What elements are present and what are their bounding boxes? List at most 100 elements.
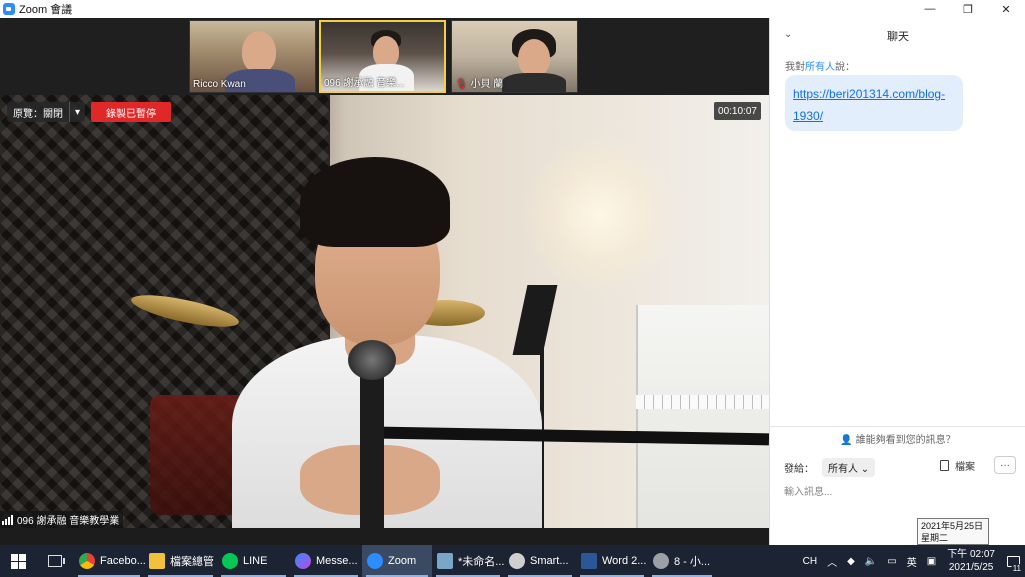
active-speaker-label: 096 謝承融 音樂教學業 — [0, 511, 124, 528]
messenger-icon — [295, 553, 311, 569]
taskbar-app-zoom[interactable]: Zoom — [362, 545, 432, 577]
person-hair — [300, 157, 450, 247]
date-tooltip: 2021年5月25日 星期二 — [917, 518, 989, 545]
folder-icon — [149, 553, 165, 569]
view-label: 原覽：關閉 — [13, 108, 63, 120]
send-to-value: 所有人 — [828, 464, 858, 475]
show-hidden-icons-chevron-icon[interactable]: ︿ — [822, 554, 842, 569]
file-icon — [940, 460, 949, 471]
task-view-button[interactable] — [36, 545, 74, 577]
piano-keys — [636, 395, 769, 409]
participant-tile-active[interactable]: 096 謝承融 音樂... — [319, 20, 446, 93]
taskbar-app-label: 8 - 小... — [674, 556, 711, 568]
participant-tile[interactable]: 🎙 小貝 蘭 — [451, 20, 578, 93]
video-area: Ricco Kwan 096 謝承融 音樂... 🎙 小貝 蘭 原覽：關閉 ▾ … — [0, 18, 769, 545]
system-tray: CH ︿ ◆ 🔈 ▭ 英 ▣ 下午 02:07 2021/5/25 11 — [798, 545, 1025, 577]
taskbar-app-label: Word 2... — [602, 555, 647, 567]
music-stand — [512, 285, 558, 355]
taskbar-app-chrome[interactable]: Facebo... — [74, 545, 146, 577]
meta-target: 所有人 — [805, 62, 835, 73]
recording-paused-button[interactable]: 錄製已暫停 — [91, 102, 171, 122]
tooltip-weekday: 星期二 — [921, 533, 949, 543]
app-icon — [653, 553, 669, 569]
taskbar-app-messenger[interactable]: Messe... — [290, 545, 362, 577]
taskbar-app-untitled[interactable]: *未命名... — [432, 545, 504, 577]
meta-prefix: 我對 — [785, 62, 805, 73]
participant-face — [518, 39, 550, 77]
who-can-see-link[interactable]: 👤 誰能夠看到您的訊息？ — [770, 431, 1025, 446]
taskbar-app-line[interactable]: LINE — [217, 545, 290, 577]
taskbar-app-label: *未命名... — [458, 556, 505, 568]
chat-title: 聊天 — [887, 31, 909, 43]
title-bar: Zoom 會議 — ❐ ✕ — [0, 0, 1025, 18]
taskbar: Facebo... 檔案總管 LINE Messe... Zoom *未命名..… — [0, 545, 1025, 577]
word-icon — [581, 553, 597, 569]
taskbar-app-label: Smart... — [530, 555, 569, 567]
input-mode-icon[interactable]: ▣ — [922, 556, 941, 567]
send-to-label: 發給： — [784, 464, 814, 475]
send-to-dropdown[interactable]: 所有人 ⌄ — [822, 458, 876, 477]
start-button[interactable] — [0, 545, 36, 577]
piano — [636, 305, 769, 528]
taskbar-app-label: Facebo... — [100, 555, 146, 567]
zoom-logo-icon — [3, 3, 15, 15]
window-title: Zoom 會議 — [19, 4, 73, 16]
chevron-down-icon[interactable]: ▾ — [69, 102, 85, 122]
participant-shirt — [502, 73, 566, 92]
participant-name: Ricco Kwan — [193, 79, 246, 90]
active-speaker-video — [0, 95, 769, 528]
chat-message-link[interactable]: https://beri201314.com/blog-1930/ — [793, 87, 945, 123]
chat-divider — [770, 426, 1025, 427]
line-icon — [222, 553, 238, 569]
minimize-button[interactable]: — — [911, 0, 949, 18]
participant-name: 🎙 小貝 蘭 — [455, 75, 503, 90]
clock-date: 2021/5/25 — [948, 562, 994, 573]
chat-message-meta: 我對所有人說： — [785, 58, 855, 73]
taskbar-app-explorer[interactable]: 檔案總管 — [144, 545, 217, 577]
signal-strength-icon — [2, 514, 13, 525]
taskbar-app-smart[interactable]: Smart... — [504, 545, 576, 577]
close-button[interactable]: ✕ — [987, 0, 1025, 18]
microphone-head — [348, 340, 396, 380]
ime-indicator[interactable]: 英 — [902, 554, 922, 569]
microphone-body — [360, 375, 384, 528]
clock[interactable]: 下午 02:07 2021/5/25 — [941, 548, 1001, 574]
volume-icon[interactable]: 🔈 — [860, 556, 882, 567]
notification-count: 11 — [1010, 564, 1023, 573]
participant-tile[interactable]: Ricco Kwan — [189, 20, 316, 93]
taskbar-app-label: Zoom — [388, 555, 417, 567]
chrome-icon — [79, 553, 95, 569]
who-can-see-text: 誰能夠看到您的訊息？ — [855, 435, 956, 446]
tooltip-date: 2021年5月25日 — [921, 521, 984, 531]
task-view-icon — [48, 555, 65, 567]
view-dropdown[interactable]: 原覽：關閉 ▾ — [7, 102, 86, 122]
taskbar-app-word[interactable]: Word 2... — [576, 545, 648, 577]
mic-muted-icon: 🎙 — [455, 79, 468, 90]
restore-button[interactable]: ❐ — [949, 0, 987, 18]
notification-center-button[interactable]: 11 — [1001, 545, 1025, 577]
meeting-timer: 00:10:07 — [714, 102, 761, 120]
participant-strip: Ricco Kwan 096 謝承融 音樂... 🎙 小貝 蘭 — [0, 18, 769, 95]
taskbar-app-label: LINE — [243, 555, 268, 567]
language-indicator[interactable]: CH — [798, 556, 822, 567]
active-speaker-name: 096 謝承融 音樂教學業 — [17, 516, 120, 527]
send-to-row: 發給： 所有人 ⌄ — [784, 458, 876, 477]
chat-panel: ⌄ 聊天 我對所有人說： https://beri201314.com/blog… — [769, 18, 1025, 545]
more-options-button[interactable]: ··· — [994, 456, 1016, 474]
windows-logo-icon — [10, 553, 26, 569]
file-label: 檔案 — [955, 462, 975, 473]
chat-message-input[interactable] — [784, 482, 1004, 502]
file-button[interactable]: 檔案 — [940, 458, 975, 473]
participant-name-text: 小貝 蘭 — [470, 79, 504, 90]
smart-app-icon — [509, 553, 525, 569]
collapse-chevron-icon[interactable]: ⌄ — [784, 29, 792, 40]
notepad-icon — [437, 553, 453, 569]
taskbar-app-8[interactable]: 8 - 小... — [648, 545, 716, 577]
clock-time: 下午 02:07 — [947, 549, 995, 560]
network-icon[interactable]: ▭ — [882, 556, 901, 567]
dropbox-icon[interactable]: ◆ — [842, 556, 860, 567]
window-controls: — ❐ ✕ — [911, 0, 1025, 18]
participant-face — [242, 31, 276, 73]
chat-message-bubble: https://beri201314.com/blog-1930/ — [785, 75, 963, 131]
participant-name: 096 謝承融 音樂... — [324, 78, 405, 89]
